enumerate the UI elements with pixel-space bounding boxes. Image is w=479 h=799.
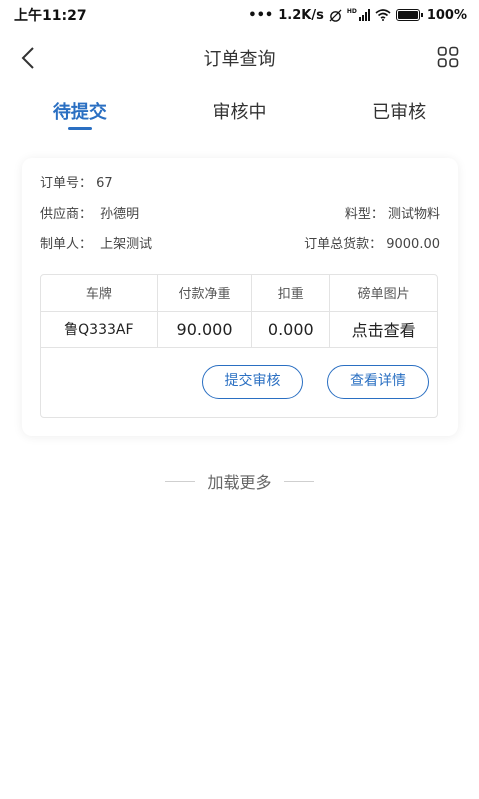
col-deduction: 扣重	[251, 275, 331, 312]
creator-row: 制单人： 上架测试 订单总货款： 9000.00	[40, 233, 440, 252]
col-net-weight: 付款净重	[157, 275, 253, 312]
order-number: 67	[96, 176, 113, 191]
divider-right	[283, 480, 314, 482]
creator-label: 制单人：	[40, 237, 93, 252]
wifi-icon	[375, 9, 391, 21]
status-time: 上午11:27	[14, 8, 87, 24]
order-number-row: 订单号： 67	[40, 172, 440, 191]
battery-level: 100%	[426, 7, 467, 23]
status-bar: 上午11:27 ••• 1.2K/s HD 100%	[0, 0, 479, 30]
tab-reviewed[interactable]: 已审核	[319, 90, 479, 134]
network-speed: 1.2K/s	[278, 7, 324, 23]
grid-menu-icon[interactable]	[437, 46, 459, 68]
supplier-label: 供应商：	[40, 207, 93, 222]
supplier-name: 孙德明	[100, 207, 140, 222]
load-more-label: 加载更多	[207, 473, 272, 492]
table-header-row: 车牌 付款净重 扣重 磅单图片	[41, 275, 437, 312]
total-amount: 9000.00	[386, 237, 440, 252]
table-row: 鲁Q333AF 90.000 0.000 点击查看	[41, 311, 437, 348]
weigh-table: 车牌 付款净重 扣重 磅单图片 鲁Q333AF 90.000 0.000 点击查…	[40, 274, 438, 418]
divider-left	[165, 480, 196, 482]
net-weight-cell: 90.000	[157, 311, 253, 348]
tab-label: 已审核	[372, 102, 427, 123]
submit-review-button[interactable]: 提交审核	[202, 365, 303, 399]
col-plate: 车牌	[41, 275, 158, 312]
creator-name: 上架测试	[100, 237, 153, 252]
tab-under-review[interactable]: 审核中	[160, 90, 320, 134]
order-number-label: 订单号：	[40, 176, 93, 191]
page-title: 订单查询	[203, 49, 276, 70]
view-details-button[interactable]: 查看详情	[327, 365, 429, 399]
deduction-cell: 0.000	[251, 311, 331, 348]
dots-icon: •••	[248, 7, 274, 23]
alarm-icon	[329, 9, 342, 22]
network-label: HD	[346, 8, 357, 15]
tab-pending-submit[interactable]: 待提交	[0, 90, 160, 134]
back-arrow-icon[interactable]	[18, 46, 40, 70]
status-tabs: 待提交 审核中 已审核	[0, 90, 479, 134]
battery-icon	[395, 9, 423, 21]
supplier-row: 供应商： 孙德明 料型： 测试物料	[40, 203, 440, 222]
tab-label: 待提交	[52, 102, 107, 123]
view-image-link[interactable]: 点击查看	[329, 311, 437, 348]
card-actions: 提交审核 查看详情	[41, 363, 437, 405]
material-type: 测试物料	[387, 207, 440, 222]
nav-bar: 订单查询	[0, 38, 479, 78]
total-label: 订单总货款：	[304, 237, 383, 252]
status-indicators: ••• 1.2K/s HD 100%	[248, 8, 467, 23]
order-card: 订单号： 67 供应商： 孙德明 料型： 测试物料 制单人： 上架测试 订单总货…	[22, 158, 458, 436]
load-more[interactable]: 加载更多	[0, 470, 479, 492]
material-label: 料型：	[344, 207, 384, 222]
tab-active-indicator	[67, 127, 92, 130]
signal-icon: HD	[347, 9, 370, 21]
plate-cell: 鲁Q333AF	[41, 311, 158, 348]
tab-label: 审核中	[212, 102, 267, 123]
col-weigh-image: 磅单图片	[329, 275, 437, 312]
